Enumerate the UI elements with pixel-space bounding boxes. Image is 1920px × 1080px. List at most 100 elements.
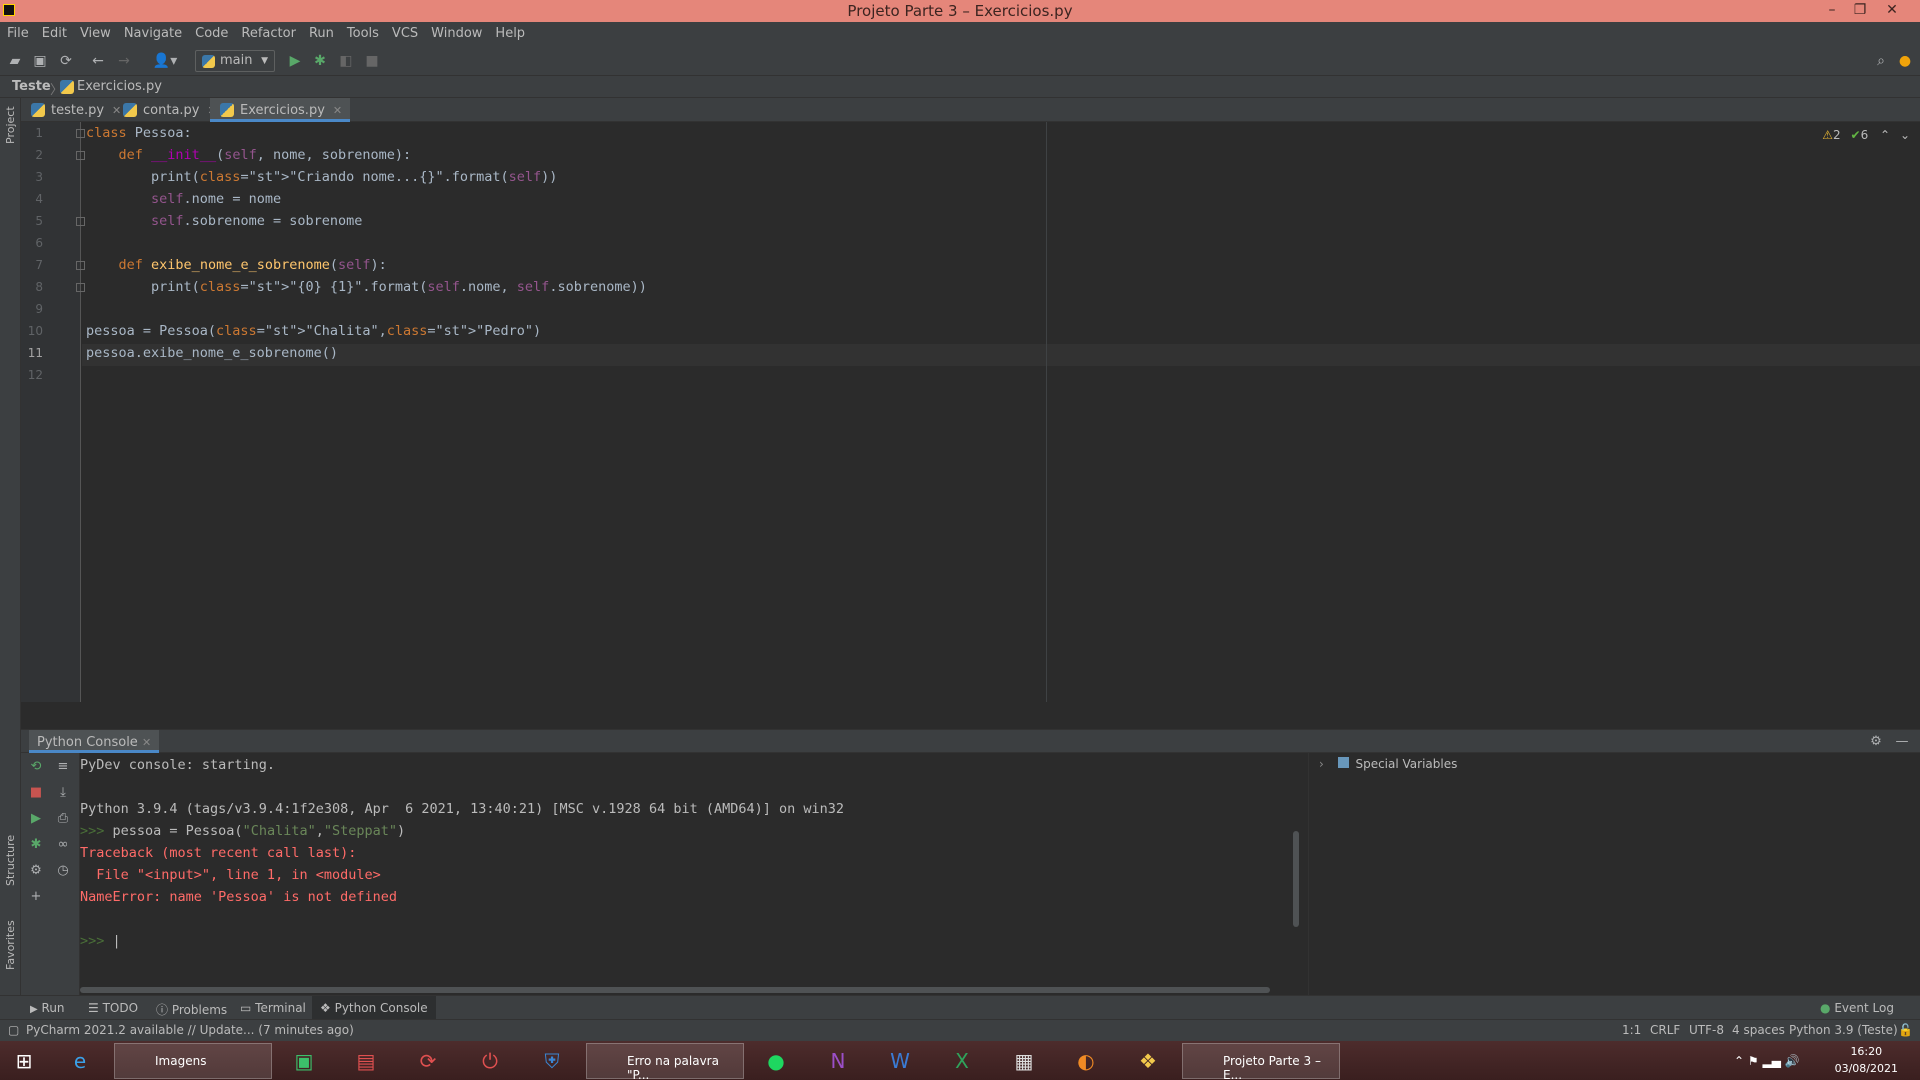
tool-todo[interactable]: ☰ TODO — [80, 996, 146, 1020]
terminal-icon: ▭ — [240, 1001, 252, 1015]
search-icon[interactable]: ⌕ — [1872, 52, 1890, 70]
spotify-icon[interactable]: ● — [758, 1043, 794, 1079]
taskbar-item-pycharm[interactable]: Projeto Parte 3 – E... — [1182, 1043, 1340, 1080]
stop-icon[interactable]: ■ — [363, 52, 381, 70]
onenote-icon[interactable]: N — [820, 1043, 856, 1079]
internet-explorer-icon[interactable]: e — [62, 1043, 98, 1079]
debug-icon[interactable]: ✱ — [27, 836, 45, 854]
menu-run[interactable]: Run — [302, 22, 340, 41]
file-encoding[interactable]: UTF-8 — [1689, 1023, 1724, 1037]
coverage-icon[interactable]: ◧ — [337, 52, 355, 70]
tab-conta-py[interactable]: conta.py✕ — [113, 98, 225, 122]
chevron-down-icon[interactable]: ⌄ — [1900, 128, 1910, 142]
code-editor[interactable]: 1 2 3 4 5 6 7 8 9 10 11 12 ⚠2 ✔6 ⌃ ⌄ cla… — [21, 122, 1920, 702]
stop-icon[interactable]: ■ — [27, 784, 45, 802]
project-tool-button[interactable]: Project — [4, 106, 17, 144]
restore-icon[interactable]: ❐ — [1846, 0, 1874, 22]
tool-problems[interactable]: ⓘ Problems — [148, 996, 235, 1020]
menu-window[interactable]: Window — [424, 22, 488, 41]
structure-tool-button[interactable]: Structure — [4, 835, 17, 886]
tab-label: conta.py — [143, 103, 200, 118]
console-output[interactable]: PyDev console: starting. Python 3.9.4 (t… — [80, 753, 1303, 993]
fold-icon[interactable] — [76, 129, 85, 138]
indent-setting[interactable]: 4 spaces — [1732, 1023, 1785, 1037]
open-folder-icon[interactable]: ▰ — [6, 52, 24, 70]
calculator-icon[interactable]: ▦ — [1006, 1043, 1042, 1079]
user-dropdown-icon[interactable]: 👤▾ — [150, 52, 180, 70]
clock[interactable]: 16:20 03/08/2021 — [1835, 1043, 1898, 1077]
tab-exercicios-py[interactable]: Exercicios.py ✕ — [210, 98, 351, 122]
tray-icons[interactable]: ⌃ ⚑ ▂▄ 🔊 — [1734, 1043, 1800, 1079]
sync-icon[interactable]: ⟳ — [57, 52, 75, 70]
tool-python-console[interactable]: ❖ Python Console — [312, 996, 436, 1020]
python-icon[interactable]: ❖ — [1130, 1043, 1166, 1079]
menu-view[interactable]: View — [73, 22, 117, 41]
store-icon[interactable]: ▣ — [286, 1043, 322, 1079]
console-error-line: Traceback (most recent call last): — [80, 845, 357, 861]
taskbar-item-imagens[interactable]: Imagens — [114, 1043, 272, 1079]
eclipse-icon[interactable]: ◐ — [1068, 1043, 1104, 1079]
debug-icon[interactable]: ✱ — [311, 52, 329, 70]
history-icon[interactable]: ◷ — [54, 862, 72, 880]
special-variables-node[interactable]: › Special Variables — [1319, 757, 1457, 771]
scroll-to-end-icon[interactable]: ⤓ — [54, 784, 72, 802]
interpreter[interactable]: Python 3.9 (Teste) — [1789, 1023, 1898, 1037]
app-icon[interactable]: ▤ — [348, 1043, 384, 1079]
close-icon[interactable]: ✕ — [1878, 0, 1906, 22]
breadcrumb-project[interactable]: Teste — [12, 79, 51, 94]
inspection-widget[interactable]: ⚠2 ✔6 ⌃ ⌄ — [1822, 128, 1910, 142]
settings-icon[interactable]: ⚙ — [27, 862, 45, 880]
line-separator[interactable]: CRLF — [1650, 1023, 1680, 1037]
menu-code[interactable]: Code — [188, 22, 234, 41]
show-variables-icon[interactable]: ∞ — [54, 836, 72, 854]
forward-icon[interactable]: → — [115, 52, 133, 70]
add-icon[interactable]: + — [27, 888, 45, 906]
tab-python-console[interactable]: Python Console ✕ — [29, 730, 160, 753]
start-icon[interactable]: ⊞ — [6, 1043, 42, 1079]
print-icon[interactable]: ⎙ — [54, 810, 72, 828]
tool-terminal[interactable]: ▭ Terminal — [232, 996, 314, 1020]
fold-icon[interactable] — [76, 151, 85, 160]
save-icon[interactable]: ▣ — [31, 52, 49, 70]
shield-icon[interactable]: ⛨ — [534, 1043, 570, 1079]
power-app-icon[interactable]: ⏻ — [472, 1043, 508, 1079]
word-icon[interactable]: W — [882, 1043, 918, 1079]
console-horizontal-scrollbar[interactable] — [80, 987, 1270, 993]
lock-icon[interactable]: 🔓 — [1898, 1023, 1913, 1037]
fold-icon[interactable] — [76, 217, 85, 226]
menu-vcs[interactable]: VCS — [385, 22, 424, 41]
status-message[interactable]: PyCharm 2021.2 available // Update... (7… — [26, 1023, 354, 1037]
menu-refactor[interactable]: Refactor — [234, 22, 302, 41]
rerun-icon[interactable]: ⟲ — [27, 758, 45, 776]
menu-navigate[interactable]: Navigate — [117, 22, 188, 41]
run-icon[interactable]: ▶ — [286, 52, 304, 70]
breadcrumb-file[interactable]: Exercicios.py — [77, 79, 162, 94]
minimize-icon[interactable]: – — [1818, 0, 1846, 22]
console-vertical-scrollbar[interactable] — [1293, 831, 1299, 927]
menu-file[interactable]: File — [0, 22, 35, 41]
menu-tools[interactable]: Tools — [340, 22, 385, 41]
sync-app-icon[interactable]: ⟳ — [410, 1043, 446, 1079]
taskbar-item-chrome[interactable]: Erro na palavra "P... — [586, 1043, 744, 1080]
run-config-dropdown[interactable]: main ▼ — [195, 50, 275, 72]
back-icon[interactable]: ← — [89, 52, 107, 70]
fold-icon[interactable] — [76, 261, 85, 270]
gear-icon[interactable]: ⚙ — [1867, 733, 1885, 751]
caret-position[interactable]: 1:1 — [1622, 1023, 1641, 1037]
tool-run[interactable]: ▶ Run — [22, 996, 73, 1020]
menu-edit[interactable]: Edit — [35, 22, 73, 41]
event-log-button[interactable]: ● Event Log — [1812, 996, 1902, 1020]
execute-icon[interactable]: ▶ — [27, 810, 45, 828]
fold-icon[interactable] — [76, 283, 85, 292]
chevron-right-icon[interactable]: › — [1319, 757, 1324, 771]
menu-help[interactable]: Help — [488, 22, 531, 41]
favorites-tool-button[interactable]: Favorites — [4, 920, 17, 970]
chevron-up-icon[interactable]: ⌃ — [1880, 128, 1890, 142]
close-tab-icon[interactable]: ✕ — [142, 736, 151, 749]
update-icon[interactable]: ● — [1896, 52, 1914, 70]
soft-wrap-icon[interactable]: ≡ — [54, 758, 72, 776]
excel-icon[interactable]: X — [944, 1043, 980, 1079]
close-tab-icon[interactable]: ✕ — [333, 104, 342, 117]
console-prompt[interactable]: >>> | — [80, 933, 121, 949]
minimize-panel-icon[interactable]: — — [1893, 733, 1911, 751]
